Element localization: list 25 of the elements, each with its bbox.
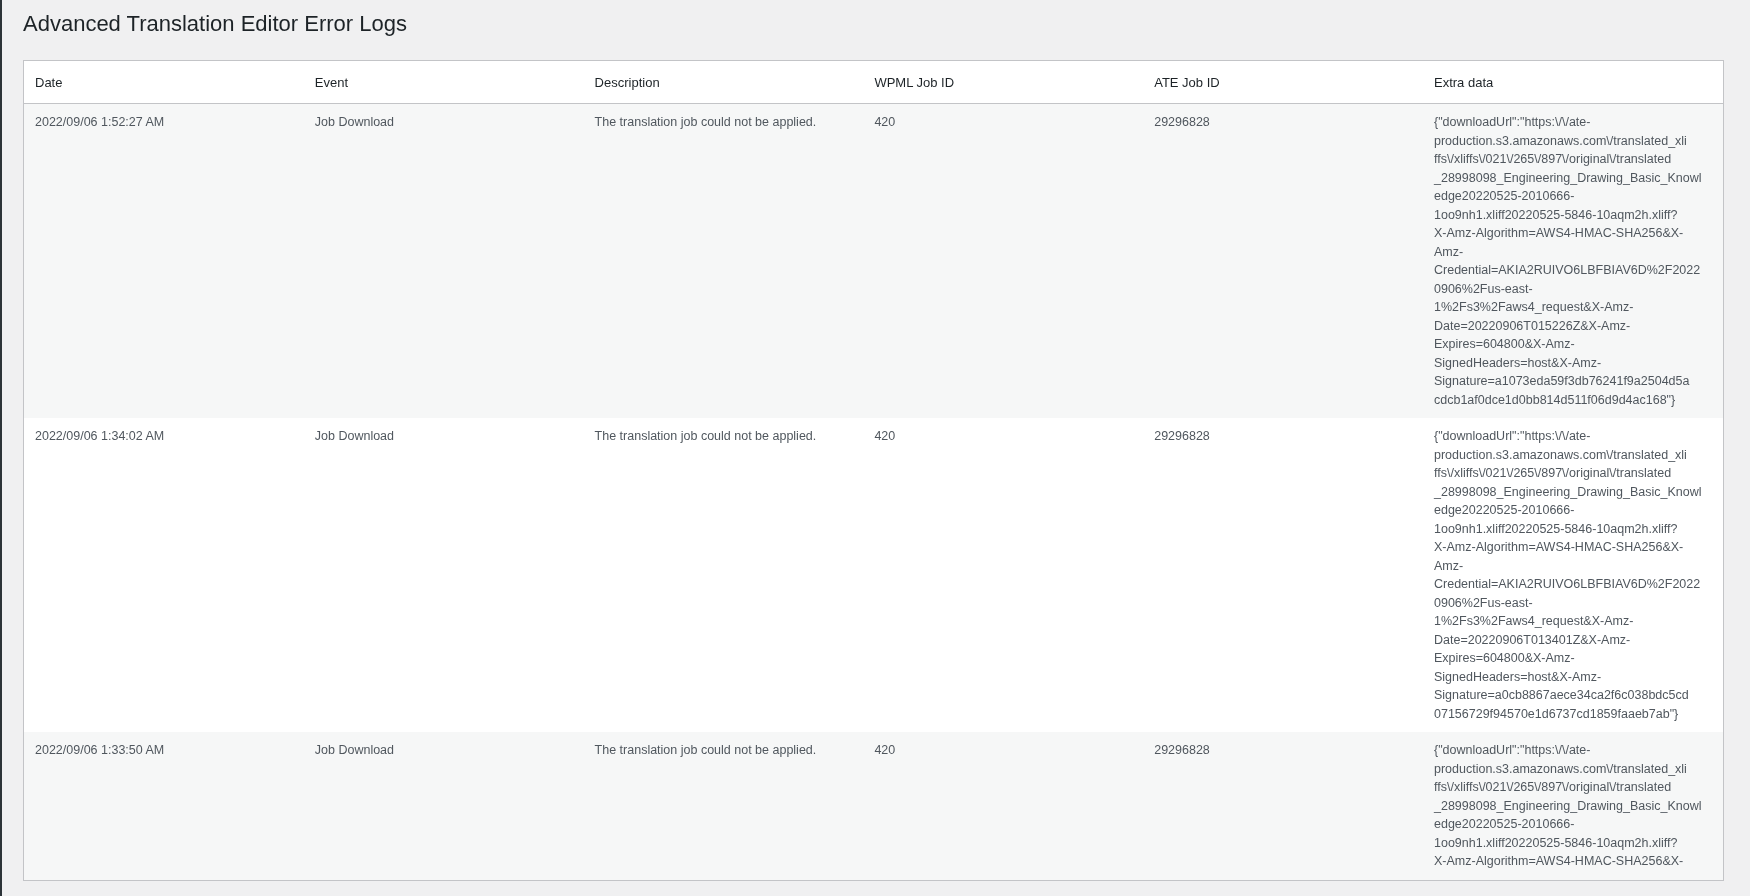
table-cell: 2022/09/06 1:33:50 AM bbox=[35, 743, 165, 757]
extra-data-text: {"downloadUrl":"https:\/\/ate- production.s3.amazonaws.com\/translated_xli ffs\/xliffs\/021\/265\/897\/original\/translated _28998098_Engineering_Drawing_Basic_Knowl edge20220525-2010666- 1oo9nh1.xliff20220525-5846-10aqm2h.xliff? X-Amz-Algorithm=AWS4-HMAC-SHA256&X- Amz- Credential=AKIA2RUIVO6LBFBIAV6D%2F2022 0906%2Fus-east- 1%2Fs3%2Faws4_request&X-Amz- Date=20220906T015226Z&X-Amz- Expires=604800&X-Amz- SignedHeaders=host&X-Amz- Signature=a1073eda59f3db76241f9a2504d5a cdcb1af0dce1d0bb814d511f06d9d4ac168"} bbox=[1434, 114, 1702, 409]
table-cell: 420 bbox=[874, 115, 896, 129]
column-header: Description bbox=[594, 75, 660, 90]
table-cell: 420 bbox=[874, 743, 896, 757]
table-cell: 2022/09/06 1:52:27 AM bbox=[35, 115, 165, 129]
column-header: Extra data bbox=[1434, 75, 1494, 90]
extra-data-text: {"downloadUrl":"https:\/\/ate- production.s3.amazonaws.com\/translated_xli ffs\/xliffs\/021\/265\/897\/original\/translated _28998098_Engineering_Drawing_Basic_Knowl edge20220525-2010666- 1oo9nh1.xliff20220525-5846-10aqm2h.xliff? X-Amz-Algorithm=AWS4-HMAC-SHA256&X- Amz- Credential=AKIA2RUIVO6LBFBIAV6D%2F2022 0906%2Fus-east- 1%2Fs3%2Faws4_request&X-Amz- Date=20220906T013401Z&X-Amz- Expires=604800&X-Amz- SignedHeaders=host&X-Amz- Signature=a0cb8867aece34ca2f6c038bdc5cd 07156729f94570e1d6737cd1859faaeb7ab"} bbox=[1434, 428, 1702, 723]
table-cell: 29296828 bbox=[1154, 115, 1210, 129]
page-title: Advanced Translation Editor Error Logs bbox=[23, 10, 407, 38]
column-header: Date bbox=[35, 75, 63, 90]
column-header: WPML Job ID bbox=[874, 75, 955, 90]
table-cell: 2022/09/06 1:34:02 AM bbox=[35, 429, 165, 443]
table-cell: The translation job could not be applied. bbox=[594, 743, 817, 757]
extra-data-text: {"downloadUrl":"https:\/\/ate- production.s3.amazonaws.com\/translated_xli ffs\/xliffs\/021\/265\/897\/original\/translated _28998098_Engineering_Drawing_Basic_Knowl edge20220525-2010666- 1oo9nh1.xliff20220525-5846-10aqm2h.xliff? X-Amz-Algorithm=AWS4-HMAC-SHA256&X- bbox=[1434, 742, 1702, 870]
table-cell: 420 bbox=[874, 429, 896, 443]
table-cell: Job Download bbox=[314, 429, 394, 443]
table-cell: 29296828 bbox=[1154, 743, 1210, 757]
table-cell: Job Download bbox=[314, 743, 394, 757]
table-cell: The translation job could not be applied. bbox=[594, 429, 817, 443]
table-cell: The translation job could not be applied. bbox=[594, 115, 817, 129]
table-cell: Job Download bbox=[314, 115, 394, 129]
column-header: Event bbox=[314, 75, 349, 90]
column-header: ATE Job ID bbox=[1154, 75, 1220, 90]
table-cell: 29296828 bbox=[1154, 429, 1210, 443]
